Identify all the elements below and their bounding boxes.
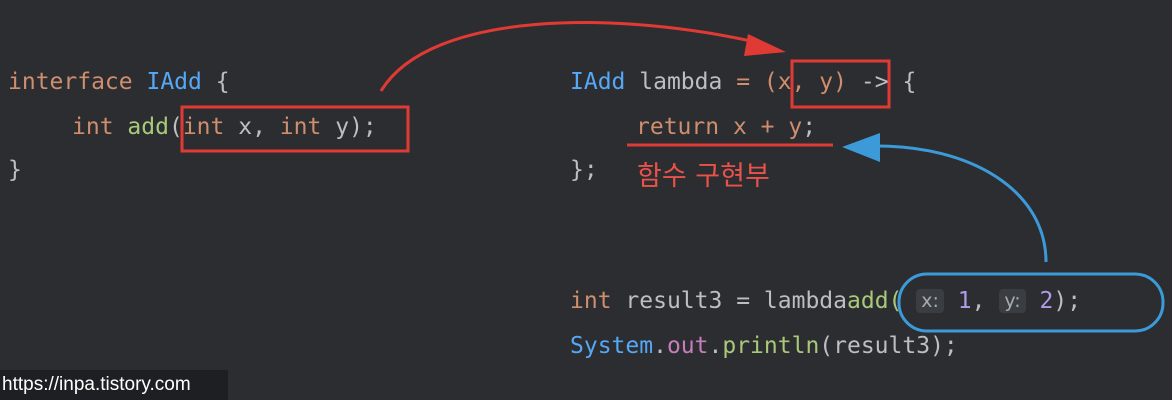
watermark-url: https://inpa.tistory.com bbox=[0, 370, 228, 400]
annotation-overlay bbox=[180, 21, 1165, 333]
highlight-box-interface-params bbox=[180, 105, 410, 153]
red-arrowhead bbox=[744, 34, 786, 56]
blue-arrow-curve bbox=[873, 144, 1048, 263]
blue-arrowhead bbox=[842, 133, 880, 162]
red-arrow-curve bbox=[379, 21, 765, 92]
highlight-box-lambda-params bbox=[790, 59, 891, 109]
highlight-box-add-call bbox=[897, 272, 1165, 333]
